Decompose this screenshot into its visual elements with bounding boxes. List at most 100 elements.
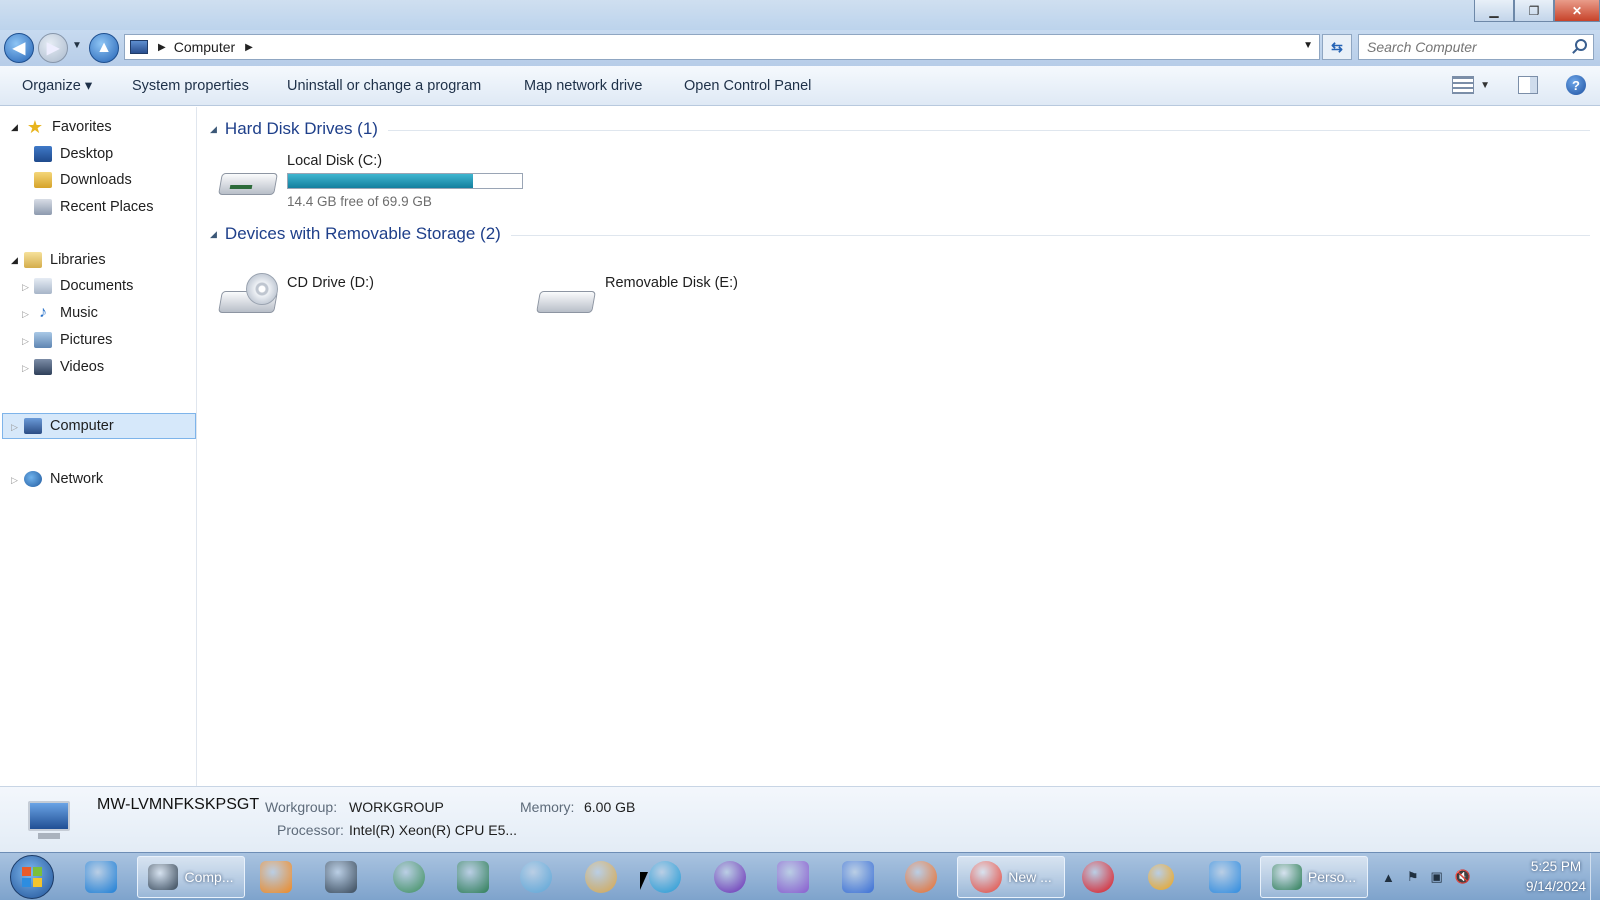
drive-name: Removable Disk (E:) xyxy=(605,275,738,291)
computer-icon xyxy=(130,40,148,54)
uninstall-program-button[interactable]: Uninstall or change a program xyxy=(287,78,481,94)
clock-time: 5:25 PM xyxy=(1530,859,1582,874)
sidebar-item-recent-places[interactable]: Recent Places xyxy=(34,194,154,220)
removable-disk-icon xyxy=(536,281,596,315)
sidebar-item-label: Downloads xyxy=(60,172,132,188)
expand-videos-icon[interactable]: ▷ xyxy=(22,363,29,374)
show-hidden-icons-icon[interactable]: ▲ xyxy=(1382,870,1395,885)
window-controls: ▁ ❐ ✕ xyxy=(1474,0,1600,22)
yahoo-messenger-taskbar-button[interactable] xyxy=(709,856,751,898)
drive-cd-drive-d[interactable]: CD Drive (D:) xyxy=(218,267,520,327)
sidebar-item-downloads[interactable]: Downloads xyxy=(34,167,132,193)
globe-app-taskbar-button[interactable] xyxy=(388,856,430,898)
show-desktop-button[interactable] xyxy=(1590,853,1600,900)
group-divider xyxy=(510,234,1590,236)
hard-drive-icon xyxy=(218,163,278,197)
search-input[interactable] xyxy=(1359,35,1559,59)
minimize-button[interactable]: ▁ xyxy=(1474,0,1514,22)
mouse-cursor-icon xyxy=(640,872,648,890)
expand-pictures-icon[interactable]: ▷ xyxy=(22,336,29,347)
forward-button[interactable]: ▶ xyxy=(38,33,68,63)
help-icon[interactable]: ? xyxy=(1566,75,1586,95)
sidebar-item-label: Desktop xyxy=(60,146,114,162)
star-icon: ★ xyxy=(26,117,44,137)
desktop-icon xyxy=(34,146,52,162)
expand-computer-icon[interactable]: ▷ xyxy=(11,422,18,433)
drive-name: Local Disk (C:) xyxy=(287,153,383,169)
sidebar-item-computer[interactable]: Computer xyxy=(24,413,114,439)
expand-music-icon[interactable]: ▷ xyxy=(22,309,29,320)
edge-icon xyxy=(649,861,681,893)
cd-drive-icon xyxy=(218,273,278,315)
sidebar-item-label: Music xyxy=(60,305,98,321)
group-header-hard-disk-drives[interactable]: ◢ Hard Disk Drives (1) xyxy=(210,119,1590,139)
windows-app-taskbar-button[interactable] xyxy=(1204,856,1246,898)
drive-removable-disk-e[interactable]: Removable Disk (E:) xyxy=(536,267,838,327)
search-box[interactable] xyxy=(1358,34,1594,60)
sidebar-item-libraries[interactable]: Libraries xyxy=(24,247,106,273)
organize-button[interactable]: Organize ▾ xyxy=(22,78,92,94)
libraries-icon xyxy=(24,252,42,268)
opera-taskbar-button[interactable] xyxy=(1077,856,1119,898)
breadcrumb-chevron-icon[interactable]: ▶ xyxy=(158,42,166,53)
expand-network-icon[interactable]: ▷ xyxy=(11,475,18,486)
map-network-drive-button[interactable]: Map network drive xyxy=(524,78,642,94)
change-view-icon[interactable] xyxy=(1452,76,1475,94)
feather-app-taskbar-button[interactable] xyxy=(837,856,879,898)
address-dropdown-icon[interactable]: ▼ xyxy=(1303,40,1313,51)
sidebar-item-music[interactable]: ♪ Music xyxy=(34,300,98,326)
personalization-taskbar-button[interactable]: Perso... xyxy=(1260,856,1368,898)
search-icon[interactable] xyxy=(1575,39,1587,51)
people-app-taskbar-button[interactable] xyxy=(515,856,557,898)
action-center-flag-icon[interactable]: ⚑ xyxy=(1407,869,1419,885)
network-status-icon[interactable]: ▣ xyxy=(1431,869,1443,885)
sidebar-item-pictures[interactable]: Pictures xyxy=(34,327,112,353)
firefox-taskbar-button[interactable] xyxy=(900,856,942,898)
sidebar-item-videos[interactable]: Videos xyxy=(34,354,104,380)
sidebar-item-label: Computer xyxy=(50,418,114,434)
preview-pane-icon[interactable] xyxy=(1518,76,1538,94)
computer-name: MW-LVMNFKSKPSGT xyxy=(97,796,260,813)
volume-muted-icon[interactable]: 🔇 xyxy=(1455,869,1471,885)
firefox-icon xyxy=(905,861,937,893)
sidebar-item-documents[interactable]: Documents xyxy=(34,273,133,299)
clock[interactable]: 5:25 PM 9/14/2024 xyxy=(1526,857,1586,897)
paint-taskbar-button[interactable] xyxy=(580,856,622,898)
restore-button[interactable]: ❐ xyxy=(1514,0,1554,22)
breadcrumb-chevron-icon[interactable]: ▶ xyxy=(245,42,253,53)
up-button[interactable]: ▲ xyxy=(89,33,119,63)
sidebar-item-desktop[interactable]: Desktop xyxy=(34,141,113,167)
ring-app-taskbar-button[interactable] xyxy=(1140,856,1182,898)
chrome-taskbar-button[interactable]: New ... xyxy=(957,856,1065,898)
feather-icon xyxy=(842,861,874,893)
back-button[interactable]: ◀ xyxy=(4,33,34,63)
collapse-libraries-icon[interactable]: ◢ xyxy=(11,255,18,266)
open-control-panel-button[interactable]: Open Control Panel xyxy=(684,78,811,94)
close-button[interactable]: ✕ xyxy=(1554,0,1600,22)
drive-local-disk-c[interactable]: Local Disk (C:) 14.4 GB free of 69.9 GB xyxy=(218,153,523,213)
start-button[interactable] xyxy=(10,855,54,899)
expand-documents-icon[interactable]: ▷ xyxy=(22,282,29,293)
workgroup-value: WORKGROUP xyxy=(349,799,444,815)
downloads-folder-icon xyxy=(34,172,52,188)
spreadsheet-taskbar-button[interactable] xyxy=(452,856,494,898)
sidebar-item-network[interactable]: Network xyxy=(24,466,103,492)
view-dropdown-icon[interactable]: ▼ xyxy=(1480,80,1490,91)
edge-taskbar-button[interactable] xyxy=(644,856,686,898)
refresh-button[interactable]: ⇆ xyxy=(1322,34,1352,60)
system-properties-button[interactable]: System properties xyxy=(132,78,249,94)
group-header-removable-storage[interactable]: ◢ Devices with Removable Storage (2) xyxy=(210,224,1590,244)
address-bar[interactable]: ▶ Computer ▶ ▼ xyxy=(124,34,1320,60)
terminal-taskbar-button[interactable] xyxy=(320,856,362,898)
collapse-favorites-icon[interactable]: ◢ xyxy=(11,122,18,133)
computer-taskbar-button[interactable]: Comp... xyxy=(137,856,245,898)
collapse-group-icon[interactable]: ◢ xyxy=(210,124,217,135)
recent-pages-dropdown-icon[interactable]: ▼ xyxy=(72,40,82,51)
sidebar-item-favorites[interactable]: ★ Favorites xyxy=(26,114,112,140)
computer-icon xyxy=(24,418,42,434)
breadcrumb-computer[interactable]: Computer xyxy=(174,39,235,55)
collapse-group-icon[interactable]: ◢ xyxy=(210,229,217,240)
media-player-taskbar-button[interactable] xyxy=(255,856,297,898)
internet-explorer-taskbar-button[interactable] xyxy=(80,856,122,898)
visual-studio-installer-taskbar-button[interactable] xyxy=(772,856,814,898)
